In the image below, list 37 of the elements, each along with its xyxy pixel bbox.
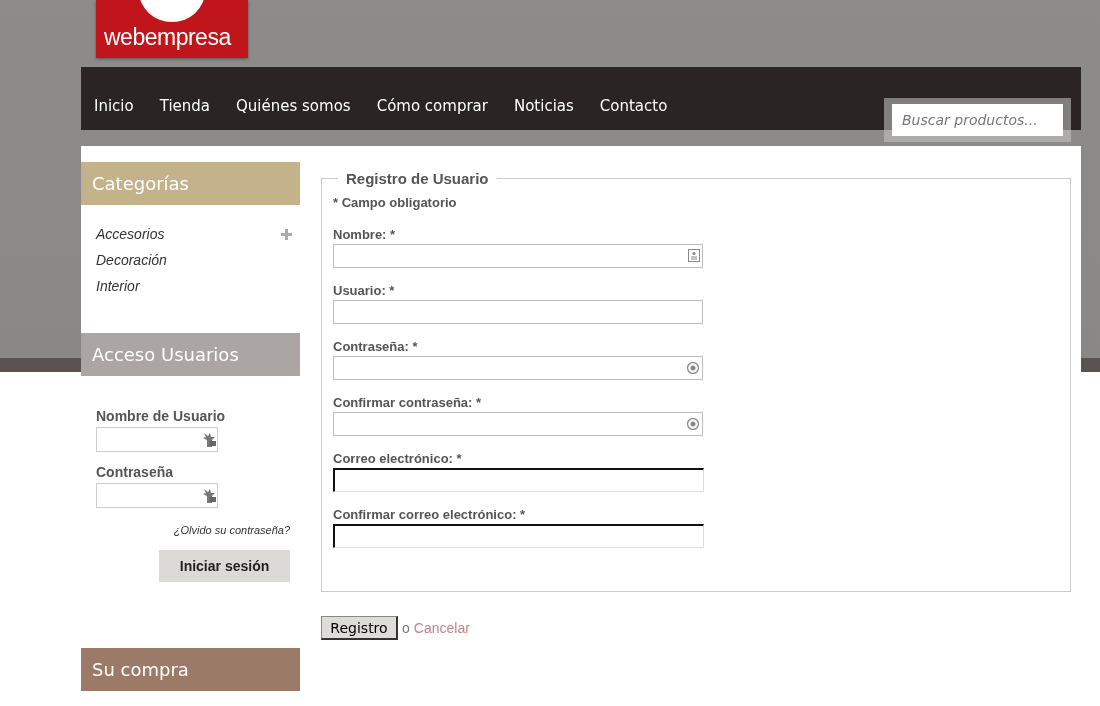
plus-icon[interactable]	[281, 228, 292, 240]
nav-link[interactable]: Tienda	[159, 96, 211, 115]
required-note: * Campo obligatorio	[333, 195, 458, 210]
module-heading: Categorías	[81, 162, 300, 205]
module-heading: Acceso Usuarios	[81, 333, 300, 376]
logo[interactable]: webempresa	[96, 0, 248, 58]
input-field[interactable]	[333, 356, 703, 380]
nav-link[interactable]: Quiénes somos	[236, 96, 351, 115]
field-label: Nombre: *	[333, 227, 397, 242]
nav-link[interactable]: Cómo comprar	[376, 96, 488, 115]
input-field[interactable]	[333, 412, 703, 436]
field-label: Usuario: *	[333, 283, 396, 298]
nav-link[interactable]: Inicio	[94, 96, 134, 115]
logo-text: webempresa	[104, 24, 231, 51]
module-heading: Su compra	[81, 648, 300, 691]
field-label: Confirmar contraseña: *	[333, 395, 483, 410]
input-field[interactable]	[333, 468, 704, 492]
separator-text: o	[402, 620, 410, 636]
field-label: Contraseña: *	[333, 339, 419, 354]
register-button[interactable]: Registro	[321, 616, 398, 640]
contact-card-icon	[688, 249, 700, 262]
category-link[interactable]: Decoración	[96, 252, 167, 268]
login-button[interactable]: Iniciar sesión	[159, 550, 290, 582]
field-label: Contraseña	[96, 464, 174, 480]
nav-link[interactable]: Contacto	[599, 96, 668, 115]
field-label: Confirmar correo electrónico: *	[333, 507, 527, 522]
nav-link[interactable]: Noticias	[513, 96, 574, 115]
field-label: Nombre de Usuario	[96, 408, 226, 424]
input-field[interactable]	[333, 524, 704, 548]
search-field[interactable]: Buscar productos...	[892, 104, 1063, 136]
forgot-password-link[interactable]: ¿Olvido su contraseña?	[173, 524, 290, 536]
category-link[interactable]: Accesorios	[96, 226, 165, 242]
category-link[interactable]: Interior	[96, 278, 140, 294]
input-field[interactable]	[333, 300, 703, 324]
form-legend: Registro de Usuario	[338, 170, 497, 187]
field-label: Correo electrónico: *	[333, 451, 463, 466]
input-field[interactable]	[333, 244, 703, 268]
